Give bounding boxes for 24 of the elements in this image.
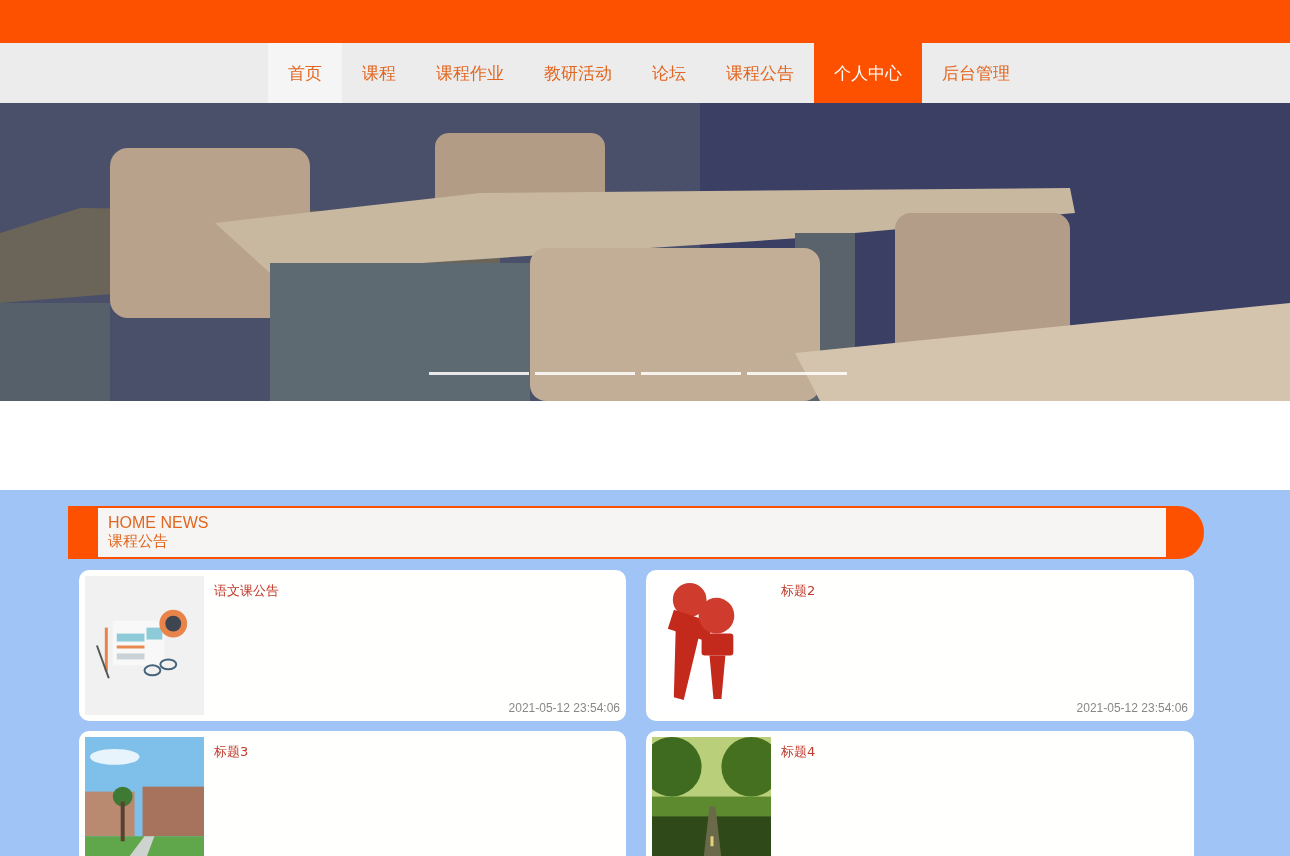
nav-item[interactable]: 论坛 bbox=[632, 43, 706, 103]
news-title[interactable]: 标题4 bbox=[781, 743, 816, 761]
nav-item[interactable]: 个人中心 bbox=[814, 43, 922, 103]
nav-item[interactable]: 后台管理 bbox=[922, 43, 1030, 103]
news-date: 2021-05-12 23:54:06 bbox=[508, 701, 620, 715]
news-title[interactable]: 标题3 bbox=[214, 743, 249, 761]
slide-indicator[interactable] bbox=[641, 372, 741, 375]
section-title-en: HOME NEWS bbox=[108, 514, 210, 532]
nav-item[interactable]: 课程 bbox=[342, 43, 416, 103]
section-title: 课程公告 bbox=[108, 532, 169, 551]
news-title[interactable]: 语文课公告 bbox=[214, 582, 279, 600]
news-card[interactable]: 标题2 2021-05-12 23:54:06 bbox=[646, 570, 1194, 721]
news-card[interactable]: 语文课公告 2021-05-12 23:54:06 bbox=[79, 570, 626, 721]
slide-indicator[interactable] bbox=[747, 372, 847, 375]
news-date: 2021-05-12 23:54:06 bbox=[1076, 701, 1188, 715]
news-card[interactable]: 标题4 bbox=[646, 731, 1194, 856]
nav-item[interactable]: 课程作业 bbox=[416, 43, 524, 103]
slide-indicator[interactable] bbox=[535, 372, 635, 375]
news-title[interactable]: 标题2 bbox=[781, 582, 816, 600]
nav-item[interactable]: 首页 bbox=[268, 43, 342, 103]
nav-item[interactable]: 课程公告 bbox=[706, 43, 814, 103]
news-card[interactable]: 标题3 bbox=[79, 731, 626, 856]
nav-item[interactable]: 教研活动 bbox=[524, 43, 632, 103]
slide-indicator[interactable] bbox=[429, 372, 529, 375]
